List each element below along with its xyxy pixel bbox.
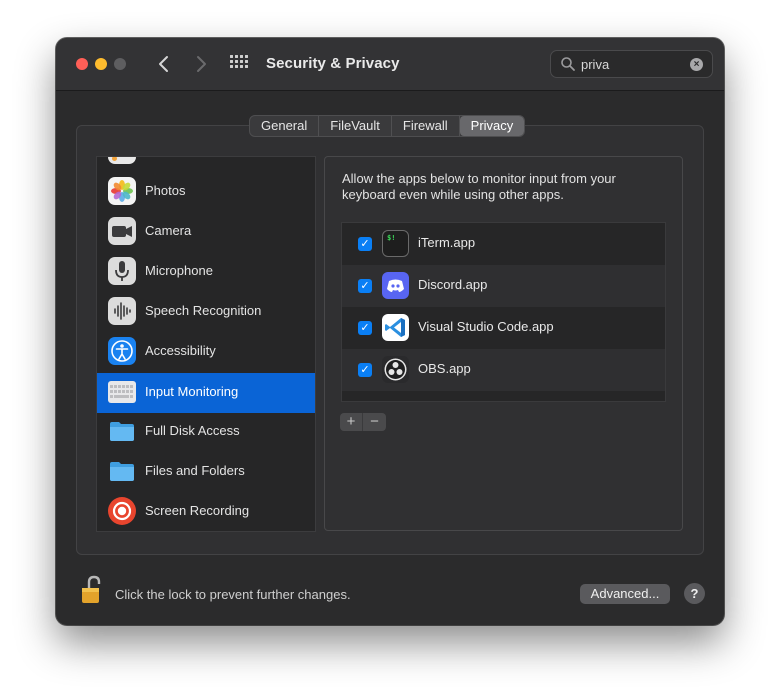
- add-app-button[interactable]: +: [340, 413, 363, 431]
- sidebar-item-accessibility[interactable]: Accessibility: [97, 332, 315, 372]
- add-remove-control: + −: [340, 413, 386, 431]
- list-item[interactable]: ✓ Visual Studio Code.app: [342, 307, 665, 349]
- app-label: Visual Studio Code.app: [418, 319, 554, 334]
- clear-icon[interactable]: ×: [690, 58, 703, 71]
- sidebar-item-label: Photos: [145, 183, 186, 198]
- folder-icon: [108, 457, 136, 485]
- chevron-right-icon[interactable]: [189, 52, 213, 76]
- search-input[interactable]: [581, 55, 681, 73]
- sidebar-item-label: Camera: [145, 223, 192, 238]
- sidebar-item-label: Speech Recognition: [145, 303, 262, 318]
- sidebar-item-partial[interactable]: [97, 157, 315, 171]
- list-item[interactable]: ✓ OBS.app: [342, 349, 665, 391]
- sidebar-item-photos[interactable]: Photos: [97, 172, 315, 212]
- microphone-icon: [108, 257, 136, 285]
- tab-firewall[interactable]: Firewall: [392, 116, 460, 136]
- show-all-grid-icon[interactable]: [230, 55, 252, 75]
- sidebar-item-label: Files and Folders: [145, 463, 245, 478]
- sidebar-item-label: Accessibility: [145, 343, 216, 358]
- zoom-window-button[interactable]: [114, 58, 126, 70]
- speech-waveform-icon: [108, 297, 136, 325]
- sidebar-item-screen-recording[interactable]: Screen Recording: [97, 492, 315, 531]
- sidebar-item-full-disk-access[interactable]: Full Disk Access: [97, 412, 315, 452]
- sidebar-item-label: Input Monitoring: [145, 384, 239, 399]
- search-icon: [560, 56, 576, 72]
- close-window-button[interactable]: [76, 58, 88, 70]
- sidebar-item-input-monitoring[interactable]: Input Monitoring: [97, 373, 315, 413]
- obs-checkbox[interactable]: ✓: [358, 363, 372, 377]
- help-button[interactable]: ?: [684, 583, 705, 604]
- keyboard-icon: [108, 381, 136, 403]
- iterm-checkbox[interactable]: ✓: [358, 237, 372, 251]
- sidebar-item-label: Full Disk Access: [145, 423, 240, 438]
- accessibility-icon: [108, 337, 136, 365]
- screen-recording-icon: [108, 497, 136, 525]
- iterm-icon: $!: [382, 230, 409, 257]
- chevron-left-icon[interactable]: [152, 52, 176, 76]
- sidebar-item-label: Microphone: [145, 263, 213, 278]
- remove-app-button[interactable]: −: [363, 413, 386, 431]
- sidebar-item-camera[interactable]: Camera: [97, 212, 315, 252]
- pane-description: Allow the apps below to monitor input fr…: [342, 171, 616, 202]
- camera-icon: [108, 217, 136, 245]
- sidebar-item-label: Screen Recording: [145, 503, 250, 518]
- app-label: iTerm.app: [418, 235, 476, 250]
- discord-icon: [382, 272, 409, 299]
- sidebar-item-microphone[interactable]: Microphone: [97, 252, 315, 292]
- tab-bar: General FileVault Firewall Privacy: [249, 115, 526, 137]
- obs-icon: [382, 356, 409, 383]
- vscode-checkbox[interactable]: ✓: [358, 321, 372, 335]
- advanced-button[interactable]: Advanced...: [580, 584, 670, 604]
- list-item[interactable]: ✓ Discord.app: [342, 265, 665, 307]
- sidebar-item-speech-recognition[interactable]: Speech Recognition: [97, 292, 315, 332]
- minimize-window-button[interactable]: [95, 58, 107, 70]
- lock-message: Click the lock to prevent further change…: [115, 587, 351, 602]
- folder-icon: [108, 417, 136, 445]
- photos-icon: [108, 177, 136, 205]
- list-item[interactable]: ✓ $! iTerm.app: [342, 223, 665, 265]
- search-field[interactable]: ×: [550, 50, 713, 78]
- vscode-icon: [382, 314, 409, 341]
- privacy-category-list[interactable]: Photos Camera Microphone Speech Recognit…: [96, 156, 316, 532]
- window-title: Security & Privacy: [266, 55, 400, 72]
- tab-privacy[interactable]: Privacy: [459, 116, 525, 136]
- app-label: OBS.app: [418, 361, 471, 376]
- discord-checkbox[interactable]: ✓: [358, 279, 372, 293]
- title-bar: Security & Privacy ×: [56, 38, 724, 91]
- tab-general[interactable]: General: [250, 116, 320, 136]
- app-list[interactable]: ✓ $! iTerm.app ✓ Discord.app ✓ Visual St…: [341, 222, 666, 402]
- unlocked-lock-icon[interactable]: [80, 574, 104, 606]
- partial-item-icon: [108, 157, 136, 164]
- system-preferences-window: Security & Privacy × General FileVault F…: [56, 38, 724, 625]
- tab-filevault[interactable]: FileVault: [319, 116, 392, 136]
- sidebar-item-files-and-folders[interactable]: Files and Folders: [97, 452, 315, 492]
- app-label: Discord.app: [418, 277, 488, 292]
